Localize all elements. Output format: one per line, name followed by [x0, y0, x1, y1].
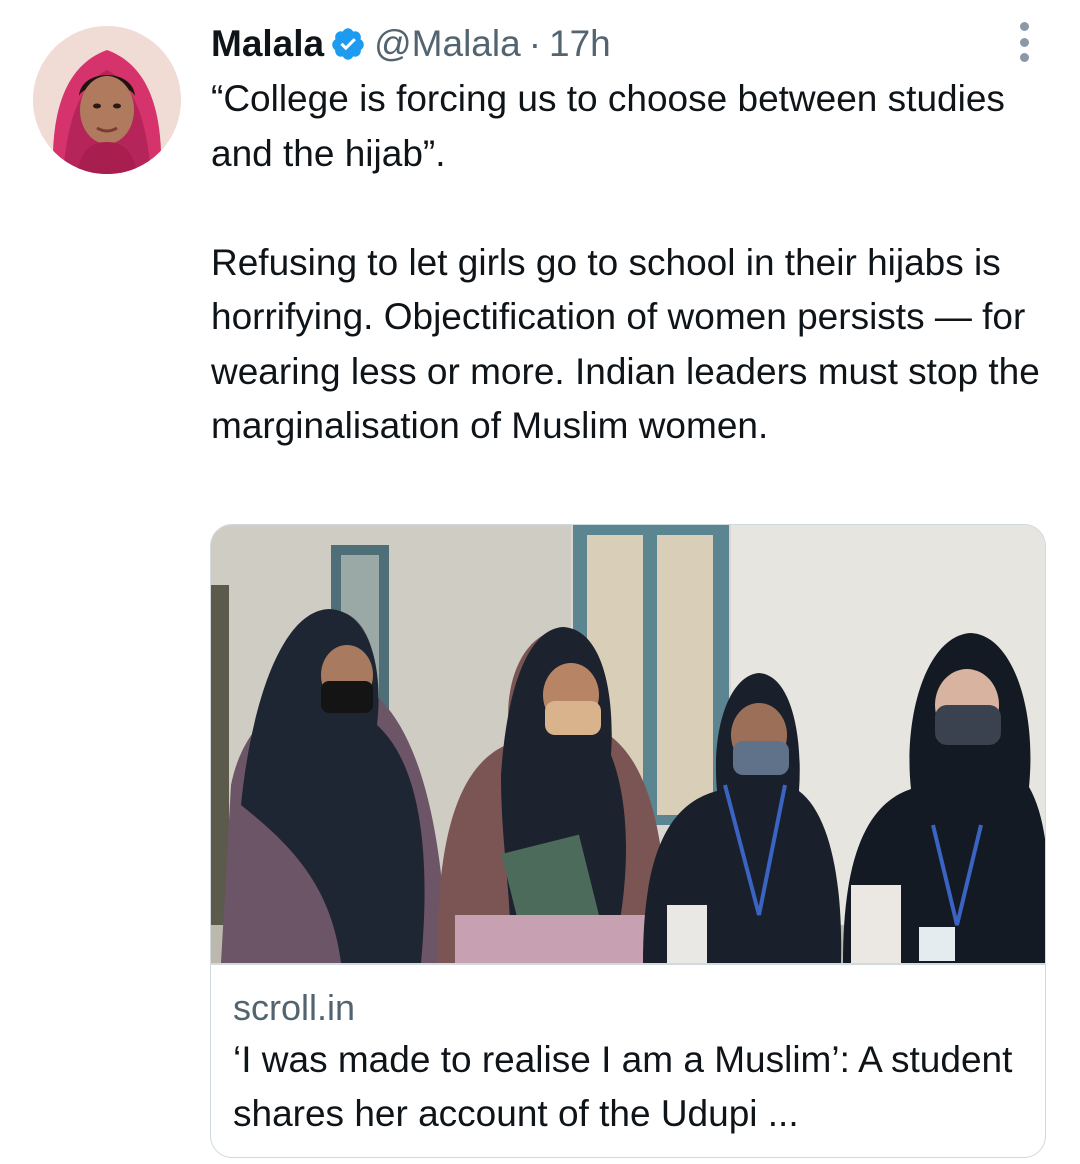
verified-badge-icon — [330, 26, 366, 62]
more-vertical-icon[interactable] — [1013, 22, 1035, 62]
separator-dot: · — [528, 23, 542, 64]
link-preview-card[interactable]: scroll.in ‘I was made to realise I am a … — [210, 524, 1046, 1158]
avatar[interactable] — [33, 26, 181, 174]
card-domain: scroll.in — [233, 987, 356, 1028]
tweet-timestamp[interactable]: 17h — [549, 23, 611, 65]
tweet-header: Malala @Malala · 17h — [211, 18, 611, 70]
card-divider — [211, 963, 1045, 965]
author-name[interactable]: Malala — [211, 23, 324, 65]
link-preview-image[interactable] — [211, 525, 1045, 963]
tweet-text-paragraph-2: Refusing to let girls go to school in th… — [211, 241, 1040, 447]
author-handle[interactable]: @Malala — [374, 23, 521, 65]
tweet-text-paragraph-1: “College is forcing us to choose between… — [211, 78, 1005, 174]
tweet[interactable]: Malala @Malala · 17h “College is forcing… — [0, 0, 1080, 1164]
tweet-text: “College is forcing us to choose between… — [211, 72, 1061, 454]
card-title[interactable]: ‘I was made to realise I am a Muslim’: A… — [233, 1033, 1023, 1141]
